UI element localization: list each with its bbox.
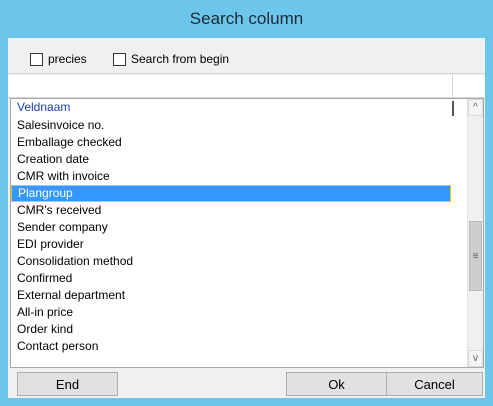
list-item[interactable]: Emballage checked [11,134,451,151]
list-item-selected[interactable]: Plangroup [11,185,451,202]
cancel-button[interactable]: Cancel [386,372,483,396]
chevron-up-icon: ^ [473,102,478,113]
precies-checkbox[interactable] [30,52,43,66]
column-listbox[interactable]: Veldnaam Salesinvoice no. Emballage check… [10,98,484,368]
column-divider[interactable] [452,101,454,116]
list-item[interactable]: Contact person [11,338,451,355]
filter-divider [452,75,453,97]
options-bar: precies Search from begin [8,38,485,74]
list-item[interactable]: All-in price [11,304,451,321]
end-button[interactable]: End [17,372,118,396]
list-item[interactable]: Confirmed [11,270,451,287]
list-item[interactable]: CMR's received [11,202,451,219]
list-item[interactable]: External department [11,287,451,304]
search-from-begin-option[interactable]: Search from begin [113,51,229,67]
grip-icon: ≡ [472,250,479,262]
precies-option[interactable]: precies [30,51,87,67]
list-item[interactable]: Salesinvoice no. [11,117,451,134]
chevron-down-icon: v [473,353,478,364]
button-row: End Ok Cancel [8,370,485,398]
vertical-scrollbar[interactable]: ^ ≡ v [467,99,483,367]
ok-button[interactable]: Ok [286,372,387,396]
list-header-veldnaam[interactable]: Veldnaam [11,99,451,116]
window-title: Search column [189,9,304,28]
title-bar: Search column [0,0,493,38]
list-item[interactable]: CMR with invoice [11,168,451,185]
list-item[interactable]: EDI provider [11,236,451,253]
scroll-down-button[interactable]: v [468,350,483,367]
list-item[interactable]: Creation date [11,151,451,168]
precies-label: precies [48,52,87,66]
list-item[interactable]: Order kind [11,321,451,338]
search-from-begin-checkbox[interactable] [113,52,126,66]
search-input[interactable] [10,75,457,95]
column-list[interactable]: Veldnaam Salesinvoice no. Emballage check… [11,99,468,367]
filter-row [8,75,485,98]
list-item[interactable]: Sender company [11,219,451,236]
scroll-thumb[interactable]: ≡ [469,221,482,291]
search-from-begin-label: Search from begin [131,52,230,66]
scroll-up-button[interactable]: ^ [468,99,483,116]
list-item[interactable]: Consolidation method [11,253,451,270]
dialog-body: precies Search from begin Veldnaam Sales… [8,38,485,398]
